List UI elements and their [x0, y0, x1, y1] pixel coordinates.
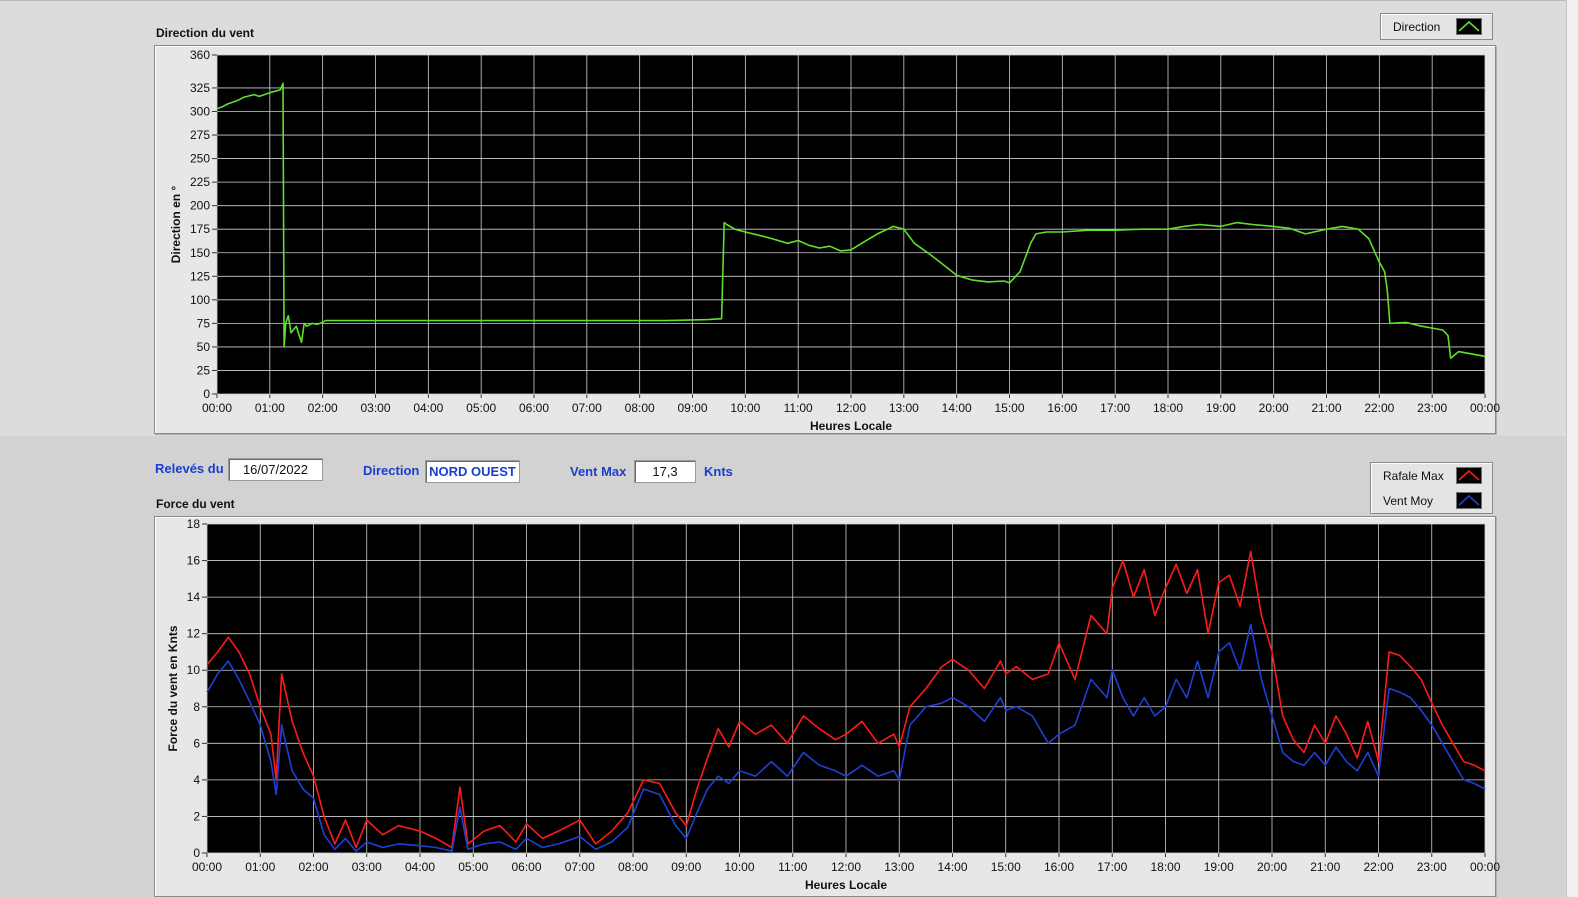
y-tick-label: 50 — [197, 340, 211, 354]
x-tick-label: 09:00 — [671, 860, 701, 874]
y-tick-label: 25 — [197, 363, 211, 377]
y-axis-label-0: Direction en ° — [169, 186, 183, 264]
x-tick-label: 23:00 — [1417, 401, 1447, 415]
charts-svg: 00:00 01:00 02:00 03:00 04:00 05:00 06:00 07:00… — [166, 48, 1500, 892]
y-tick-label: 75 — [197, 316, 211, 330]
x-tick-label: 15:00 — [991, 860, 1021, 874]
x-tick-label: 06:00 — [511, 860, 541, 874]
x-tick-label: 10:00 — [724, 860, 754, 874]
y-tick-label: 10 — [187, 663, 201, 677]
x-tick-label: 10:00 — [730, 401, 760, 415]
y-tick-label: 325 — [190, 81, 210, 95]
x-tick-label: 22:00 — [1364, 401, 1394, 415]
x-tick-label: 22:00 — [1363, 860, 1393, 874]
y-tick-label: 150 — [190, 246, 210, 260]
y-tick-label: 275 — [190, 128, 210, 142]
x-tick-label: 19:00 — [1206, 401, 1236, 415]
x-tick-label: 20:00 — [1257, 860, 1287, 874]
x-tick-label: 20:00 — [1259, 401, 1289, 415]
x-tick-label: 06:00 — [519, 401, 549, 415]
y-axis-label-1: Force du vent en Knts — [166, 625, 180, 751]
y-tick-label: 4 — [193, 773, 200, 787]
x-tick-label: 03:00 — [352, 860, 382, 874]
x-tick-label: 17:00 — [1100, 401, 1130, 415]
y-tick-label: 0 — [203, 387, 210, 401]
x-tick-label: 00:00 — [192, 860, 222, 874]
y-tick-label: 175 — [190, 222, 210, 236]
x-tick-label: 11:00 — [784, 401, 813, 415]
x-tick-label: 07:00 — [565, 860, 595, 874]
x-tick-label: 00:00 — [1470, 860, 1500, 874]
x-axis-label-1: Heures Locale — [805, 878, 887, 892]
x-tick-label: 08:00 — [625, 401, 655, 415]
x-tick-label: 17:00 — [1097, 860, 1127, 874]
x-tick-label: 02:00 — [308, 401, 338, 415]
y-tick-label: 200 — [190, 199, 210, 213]
x-tick-label: 00:00 — [202, 401, 232, 415]
y-tick-label: 16 — [187, 554, 201, 568]
x-tick-label: 04:00 — [405, 860, 435, 874]
x-tick-label: 14:00 — [942, 401, 972, 415]
x-tick-label: 00:00 — [1470, 401, 1500, 415]
y-tick-label: 125 — [190, 269, 210, 283]
x-tick-label: 18:00 — [1153, 401, 1183, 415]
x-tick-label: 16:00 — [1044, 860, 1074, 874]
x-tick-label: 11:00 — [778, 860, 807, 874]
x-tick-label: 05:00 — [458, 860, 488, 874]
x-tick-label: 05:00 — [466, 401, 496, 415]
y-tick-label: 14 — [187, 590, 201, 604]
y-tick-label: 6 — [193, 736, 200, 750]
y-tick-label: 225 — [190, 175, 210, 189]
x-tick-label: 09:00 — [677, 401, 707, 415]
y-tick-label: 8 — [193, 700, 200, 714]
x-tick-label: 03:00 — [360, 401, 390, 415]
y-tick-label: 12 — [187, 627, 201, 641]
x-tick-label: 13:00 — [884, 860, 914, 874]
y-tick-label: 100 — [190, 293, 210, 307]
x-tick-label: 13:00 — [889, 401, 919, 415]
x-tick-label: 14:00 — [937, 860, 967, 874]
y-tick-label: 18 — [187, 517, 201, 531]
y-tick-label: 300 — [190, 105, 210, 119]
x-tick-label: 18:00 — [1150, 860, 1180, 874]
x-tick-label: 12:00 — [836, 401, 866, 415]
x-axis-label-0: Heures Locale — [810, 419, 892, 433]
x-tick-label: 01:00 — [255, 401, 285, 415]
x-tick-label: 08:00 — [618, 860, 648, 874]
x-tick-label: 23:00 — [1417, 860, 1447, 874]
x-tick-label: 02:00 — [298, 860, 328, 874]
x-tick-label: 04:00 — [413, 401, 443, 415]
x-tick-label: 19:00 — [1204, 860, 1234, 874]
x-tick-label: 16:00 — [1047, 401, 1077, 415]
x-tick-label: 21:00 — [1310, 860, 1340, 874]
x-tick-label: 01:00 — [245, 860, 275, 874]
y-tick-label: 250 — [190, 152, 210, 166]
x-tick-label: 12:00 — [831, 860, 861, 874]
y-tick-label: 0 — [193, 846, 200, 860]
x-tick-label: 07:00 — [572, 401, 602, 415]
x-tick-label: 15:00 — [994, 401, 1024, 415]
y-tick-label: 2 — [193, 809, 200, 823]
y-tick-label: 360 — [190, 48, 210, 62]
x-tick-label: 21:00 — [1311, 401, 1341, 415]
